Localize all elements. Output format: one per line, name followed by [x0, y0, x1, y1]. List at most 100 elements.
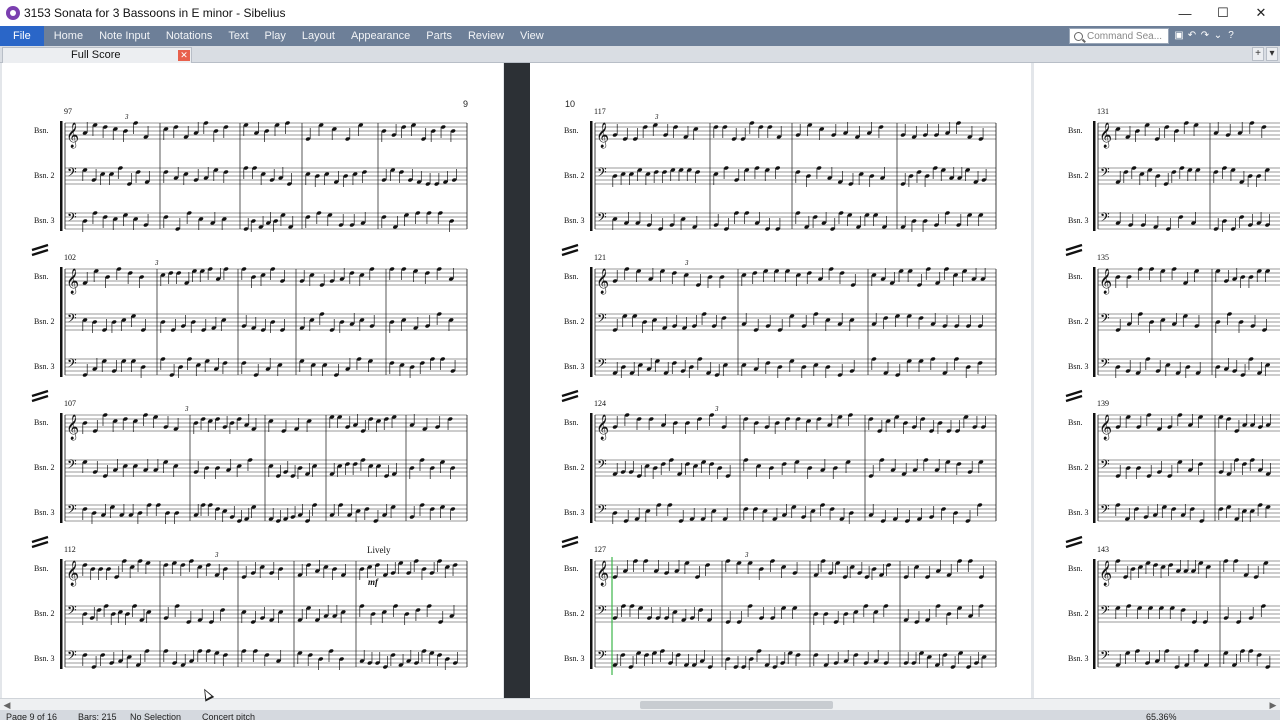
tab-notations[interactable]: Notations — [158, 26, 220, 46]
bass-clef-icon: 𝄢 — [67, 167, 77, 183]
system-bracket — [1093, 121, 1096, 231]
system-separator — [561, 540, 579, 549]
bar-number: 127 — [594, 545, 606, 554]
system-bracket — [1093, 413, 1096, 523]
system-separator — [561, 248, 579, 257]
redo-icon[interactable]: ↷ — [1200, 31, 1210, 41]
tab-home[interactable]: Home — [46, 26, 91, 46]
system-separator — [1065, 389, 1083, 398]
instrument-label: Bsn. 2 — [1068, 463, 1088, 472]
treble-clef-icon: 𝄞 — [1099, 122, 1112, 148]
treble-clef-icon: 𝄞 — [1099, 414, 1112, 440]
tuplet-number: 3 — [154, 259, 159, 267]
close-icon[interactable]: ✕ — [1242, 0, 1280, 26]
bass-clef-icon: 𝄢 — [1100, 504, 1110, 520]
bass-clef-icon: 𝄢 — [1100, 167, 1110, 183]
ribbon-minimize-icon[interactable]: ⌄ — [1213, 31, 1223, 41]
bass-clef-icon: 𝄢 — [597, 650, 607, 666]
status-zoom[interactable]: 65.36% — [1146, 710, 1177, 720]
tab-view[interactable]: View — [512, 26, 552, 46]
instrument-label: Bsn. 2 — [1068, 171, 1088, 180]
undo-icon[interactable]: ↶ — [1187, 31, 1197, 41]
score-view[interactable]: 9 10 97 Bsn. 𝄞 Bsn. 2 𝄢 Bsn. 3 𝄢 3 102 Bsn. 𝄞 Bsn. … — [0, 63, 1280, 698]
tab-layout[interactable]: Layout — [294, 26, 343, 46]
bass-clef-icon: 𝄢 — [67, 650, 77, 666]
instrument-label: Bsn. — [564, 126, 578, 135]
treble-clef-icon: 𝄞 — [1099, 560, 1112, 586]
bass-clef-icon: 𝄢 — [597, 313, 607, 329]
instrument-label: Bsn. 2 — [34, 609, 54, 618]
instrument-label: Bsn. — [1068, 418, 1082, 427]
command-search-placeholder: Command Sea... — [1087, 30, 1163, 42]
horizontal-scrollbar[interactable]: ◀ ▶ — [0, 698, 1280, 710]
instrument-label: Bsn. 2 — [564, 171, 584, 180]
bass-clef-icon: 𝄢 — [597, 358, 607, 374]
instrument-label: Bsn. 3 — [564, 508, 584, 517]
tab-full-score[interactable]: Full Score ✕ — [2, 47, 192, 63]
tempo-marking: Lively — [367, 545, 391, 555]
system-bracket — [590, 267, 593, 377]
instrument-label: Bsn. — [1068, 564, 1082, 573]
instrument-label: Bsn. 2 — [564, 609, 584, 618]
tuplet-number: 3 — [744, 551, 749, 559]
instrument-label: Bsn. — [564, 564, 578, 573]
system-separator — [1065, 540, 1083, 549]
close-tab-icon[interactable]: ✕ — [178, 50, 190, 61]
tab-appearance[interactable]: Appearance — [343, 26, 418, 46]
bar-number: 107 — [64, 399, 76, 408]
system-bracket — [60, 413, 63, 523]
instrument-label: Bsn. 2 — [34, 171, 54, 180]
new-tab-icon[interactable]: + — [1252, 47, 1264, 61]
system-separator — [31, 394, 49, 403]
sibelius-window: 3153 Sonata for 3 Bassoons in E minor - … — [0, 0, 1280, 720]
bar-number: 117 — [594, 107, 606, 116]
system-bracket — [590, 413, 593, 523]
save-icon[interactable]: ▣ — [1174, 31, 1184, 41]
instrument-label: Bsn. 3 — [34, 362, 54, 371]
tab-note-input[interactable]: Note Input — [91, 26, 158, 46]
treble-clef-icon: 𝄞 — [66, 560, 79, 586]
tab-parts[interactable]: Parts — [418, 26, 460, 46]
tab-menu-icon[interactable]: ▾ — [1266, 47, 1278, 61]
instrument-label: Bsn. — [1068, 126, 1082, 135]
bass-clef-icon: 𝄢 — [1100, 650, 1110, 666]
title-bar: 3153 Sonata for 3 Bassoons in E minor - … — [0, 0, 1280, 26]
help-icon[interactable]: ? — [1226, 31, 1236, 41]
bass-clef-icon: 𝄢 — [67, 313, 77, 329]
bar-number: 97 — [64, 107, 72, 116]
window-title: 3153 Sonata for 3 Bassoons in E minor - … — [24, 6, 286, 20]
instrument-label: Bsn. — [564, 418, 578, 427]
instrument-label: Bsn. — [34, 126, 48, 135]
system-bracket — [590, 121, 593, 231]
bass-clef-icon: 𝄢 — [1100, 212, 1110, 228]
scroll-right-icon[interactable]: ▶ — [1268, 700, 1278, 710]
scrollbar-thumb[interactable] — [640, 701, 833, 709]
bar-number: 102 — [64, 253, 76, 262]
system-separator — [1065, 535, 1083, 544]
system-separator — [31, 243, 49, 252]
tab-text[interactable]: Text — [220, 26, 256, 46]
dynamic-marking: mf — [368, 577, 379, 587]
instrument-label: Bsn. 2 — [34, 463, 54, 472]
tab-review[interactable]: Review — [460, 26, 512, 46]
bass-clef-icon: 𝄢 — [597, 504, 607, 520]
command-search-input[interactable]: Command Sea... — [1069, 28, 1169, 44]
bass-clef-icon: 𝄢 — [597, 167, 607, 183]
minimize-icon[interactable]: — — [1166, 0, 1204, 26]
system-separator — [561, 394, 579, 403]
tuplet-number: 3 — [684, 259, 689, 267]
scroll-left-icon[interactable]: ◀ — [2, 700, 12, 710]
tab-play[interactable]: Play — [257, 26, 294, 46]
tab-file[interactable]: File — [0, 26, 44, 46]
search-icon — [1074, 31, 1083, 41]
system-separator — [31, 540, 49, 549]
instrument-label: Bsn. 3 — [1068, 508, 1088, 517]
bar-number: 139 — [1097, 399, 1109, 408]
treble-clef-icon: 𝄞 — [596, 560, 609, 586]
instrument-label: Bsn. 2 — [34, 317, 54, 326]
bar-number: 112 — [64, 545, 76, 554]
status-selection: No Selection — [130, 712, 182, 720]
treble-clef-icon: 𝄞 — [596, 268, 609, 294]
maximize-icon[interactable]: ☐ — [1204, 0, 1242, 26]
system-separator — [31, 389, 49, 398]
